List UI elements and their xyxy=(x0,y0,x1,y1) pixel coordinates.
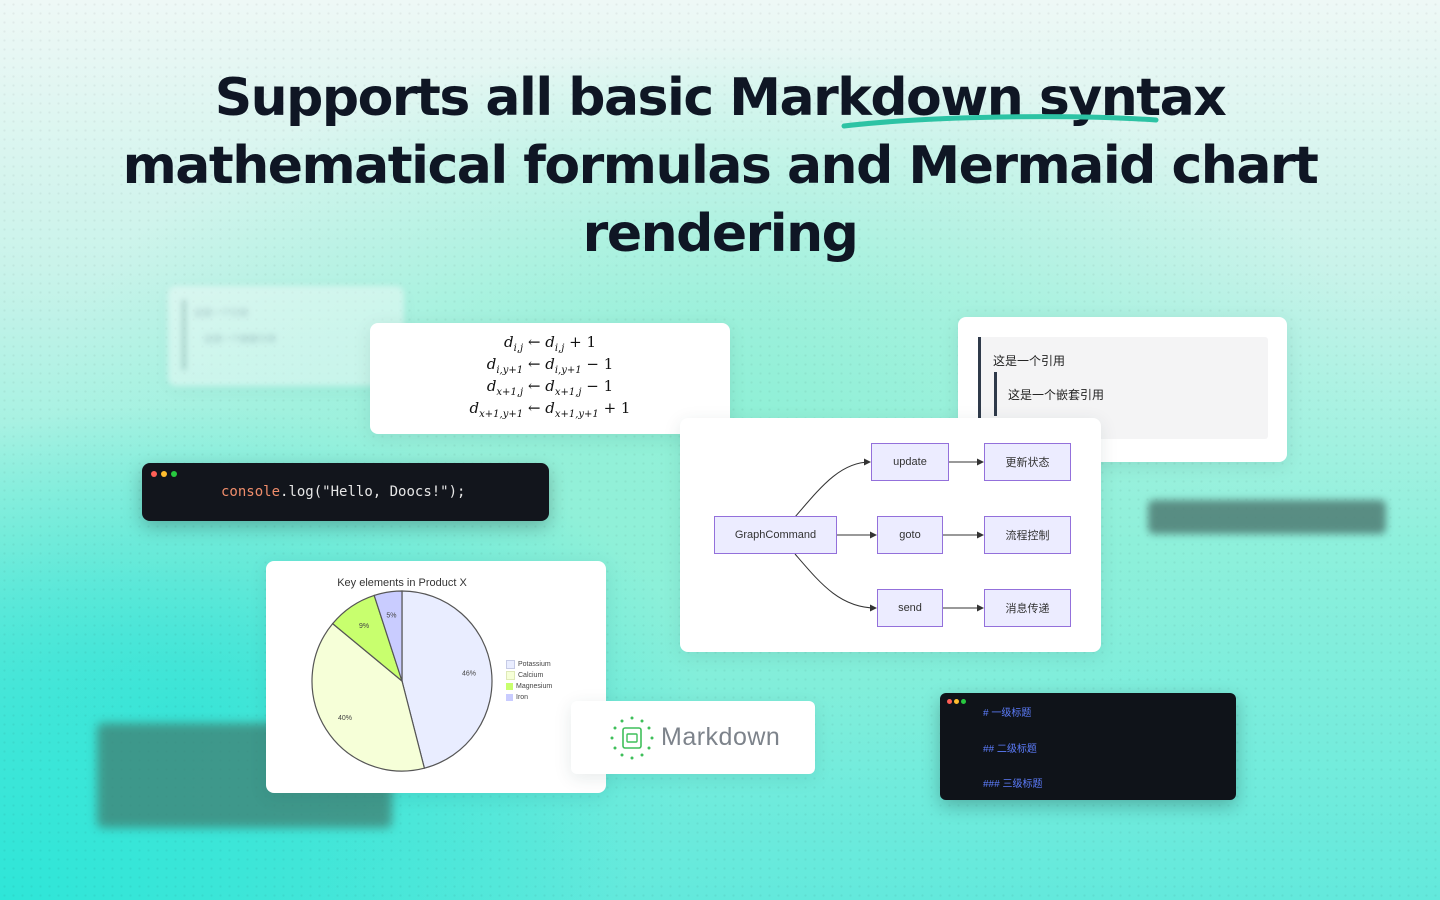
blockquote-text: 这是一个引用 xyxy=(993,354,1066,368)
markdown-label: Markdown xyxy=(661,723,781,751)
formula-row: dx+1,j ← dx+1,j − 1 xyxy=(486,377,614,398)
headline-line-1: Supports all basic Markdown syntax xyxy=(214,68,1227,128)
mermaid-flowchart-card: GraphCommand update goto send 更新状态 流程控制 … xyxy=(680,418,1101,652)
markdown-badge: Markdown xyxy=(571,701,815,774)
formula-row: dx+1,y+1 ← dx+1,y+1 + 1 xyxy=(469,399,631,420)
pie-slice-label: 46% xyxy=(462,671,476,678)
legend-item: Calcium xyxy=(506,670,552,681)
pie-chart: Key elements in Product X 46% 40% 9% 5% xyxy=(311,577,493,772)
ghost-quote-card: 这是一个引用 这是一个嵌套引用 xyxy=(168,286,404,386)
heading-1-line: # 一级标题 xyxy=(983,708,1032,719)
headline-line-3: rendering xyxy=(582,204,859,264)
formula-row: di,y+1 ← di,y+1 − 1 xyxy=(486,355,614,376)
node-goto: goto xyxy=(877,516,943,554)
minimize-dot-icon xyxy=(954,699,959,704)
math-formula-card: di,j ← di,j + 1 di,y+1 ← di,y+1 − 1 dx+1… xyxy=(370,323,730,434)
edge-root-send xyxy=(794,553,877,612)
headline-underline xyxy=(841,114,1159,129)
pie-slice-label: 40% xyxy=(338,715,352,722)
chart-legend: Potassium Calcium Magnesium Iron xyxy=(506,659,552,703)
node-update-target: 更新状态 xyxy=(984,443,1071,481)
node-send: send xyxy=(877,589,943,627)
quote-bar xyxy=(182,300,186,370)
edge-root-update xyxy=(794,458,871,518)
ghost-quote-line-1: 这是一个引用 xyxy=(194,308,249,318)
headline-line-2: mathematical formulas and Mermaid chart xyxy=(122,136,1319,196)
pie-chart-card: Key elements in Product X 46% 40% 9% 5% Pot… xyxy=(266,561,606,793)
headline: Supports all basic Markdown syntax mathe… xyxy=(60,64,1380,268)
pie-slice-label: 5% xyxy=(386,612,396,619)
heading-3-line: ### 三级标题 xyxy=(983,779,1043,790)
legend-item: Iron xyxy=(506,692,552,703)
close-dot-icon xyxy=(151,471,157,477)
nested-blockquote-text: 这是一个嵌套引用 xyxy=(1008,388,1105,402)
node-send-target: 消息传递 xyxy=(984,589,1071,627)
code-card: console.log("Hello, Doocs!"); xyxy=(142,463,549,521)
close-dot-icon xyxy=(947,699,952,704)
maximize-dot-icon xyxy=(171,471,177,477)
pie-slice-label: 9% xyxy=(359,623,369,630)
markdown-headings-card: # 一级标题 ## 二级标题 ### 三级标题 xyxy=(940,693,1236,800)
chart-title: Key elements in Product X xyxy=(337,577,467,589)
node-goto-target: 流程控制 xyxy=(984,516,1071,554)
maximize-dot-icon xyxy=(961,699,966,704)
formula-row: di,j ← di,j + 1 xyxy=(504,333,596,354)
node-update: update xyxy=(871,443,949,481)
heading-2-line: ## 二级标题 xyxy=(983,744,1037,755)
legend-item: Potassium xyxy=(506,659,552,670)
ghost-pill xyxy=(1148,500,1386,534)
nested-quote-bar xyxy=(994,372,997,416)
markdown-logo-icon xyxy=(610,716,654,760)
node-graphcommand: GraphCommand xyxy=(714,516,837,554)
ghost-quote-line-2: 这是一个嵌套引用 xyxy=(204,334,277,344)
code-line: console.log("Hello, Doocs!"); xyxy=(221,484,466,500)
minimize-dot-icon xyxy=(161,471,167,477)
legend-item: Magnesium xyxy=(506,681,552,692)
